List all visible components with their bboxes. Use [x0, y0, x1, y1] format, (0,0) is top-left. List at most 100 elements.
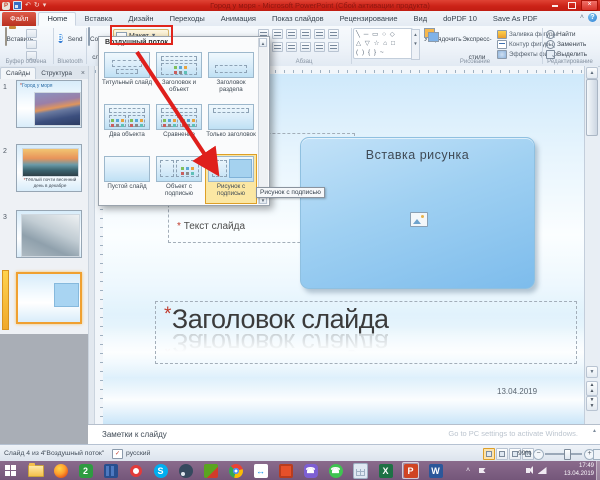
scroll-up-icon[interactable]: ▲ [586, 67, 598, 79]
taskbar-word[interactable]: W [427, 462, 444, 479]
tab-transitions[interactable]: Переходы [162, 12, 213, 26]
taskbar-chrome[interactable] [227, 462, 244, 479]
cut-icon[interactable] [26, 29, 37, 38]
next-slide-button[interactable]: ▼▼ [586, 396, 598, 411]
qat-customize-icon[interactable]: ▾ [43, 1, 47, 10]
arrange-button[interactable]: Упорядочить [424, 28, 460, 46]
picture-placeholder[interactable]: Вставка рисунка [300, 137, 535, 289]
tab-dopdf[interactable]: doPDF 10 [435, 12, 485, 26]
zoom-slider-handle[interactable] [564, 449, 571, 460]
taskbar-2gis[interactable]: 2 [77, 462, 94, 479]
insert-picture-icon[interactable] [410, 212, 428, 227]
taskbar-whatsapp[interactable]: ☎ [327, 462, 344, 479]
bluetooth-send-button[interactable]: B Send [56, 28, 84, 46]
taskbar-teamviewer[interactable]: ↔ [252, 462, 269, 479]
taskbar-viber[interactable]: ☎ [302, 462, 319, 479]
line-spacing-icon[interactable] [314, 29, 325, 39]
taskbar-steam[interactable] [177, 462, 194, 479]
find-button[interactable]: Найти [546, 29, 587, 39]
tab-slideshow[interactable]: Показ слайдов [264, 12, 332, 26]
tab-outline-pane[interactable]: Структура [36, 68, 77, 79]
copy-icon[interactable] [26, 40, 37, 49]
taskbar-opera[interactable] [127, 462, 144, 479]
save-icon[interactable] [13, 1, 22, 10]
tab-design[interactable]: Дизайн [120, 12, 161, 26]
layout-item-title-slide[interactable]: Титульный слайд [101, 50, 153, 100]
taskbar-orange-app[interactable] [277, 462, 294, 479]
layout-item-blank[interactable]: Пустой слайд [101, 154, 153, 204]
taskbar-explorer[interactable] [27, 462, 44, 479]
vertical-scrollbar[interactable]: ▲ ▼ ▲▲ ▼▼ [584, 66, 598, 424]
dropdown-scrollbar[interactable]: ▲ ▼ [258, 38, 268, 204]
tray-expand-icon[interactable]: ˄ [462, 461, 474, 480]
notes-pane[interactable]: Заметки к слайду Go to PC settings to ac… [88, 424, 600, 445]
decrease-indent-icon[interactable] [286, 29, 297, 39]
align-right-icon[interactable] [286, 42, 297, 52]
help-icon[interactable]: ? [588, 13, 597, 22]
tab-save-as-pdf[interactable]: Save As PDF [485, 12, 546, 26]
justify-icon[interactable] [300, 42, 311, 52]
tray-clock[interactable]: 17:49 13.04.2019 [564, 463, 594, 478]
slide-2-thumbnail[interactable]: *Тёплый почти весенний день в декабре [16, 144, 82, 192]
layout-item-picture-with-caption[interactable]: Рисунок с подписью [205, 154, 257, 204]
minimize-button[interactable] [547, 0, 562, 9]
scrollbar-thumb[interactable] [586, 79, 598, 136]
slide-1-thumbnail[interactable]: *Город у моря [16, 80, 82, 128]
numbering-icon[interactable] [272, 29, 283, 39]
zoom-out-icon[interactable]: − [533, 449, 544, 460]
shapes-gallery-scroll[interactable]: ▲▼ [411, 29, 420, 60]
slide-sorter-view-button[interactable] [496, 448, 508, 460]
replace-button[interactable]: Заменить [546, 39, 587, 49]
tab-insert[interactable]: Вставка [76, 12, 120, 26]
tab-slides-pane[interactable]: Слайды [0, 67, 36, 79]
layout-item-title-and-content[interactable]: Заголовок и объект [153, 50, 205, 100]
increase-indent-icon[interactable] [300, 29, 311, 39]
tab-animations[interactable]: Анимация [213, 12, 264, 26]
taskbar-green-app[interactable] [202, 462, 219, 479]
spell-check-icon[interactable]: ✓ [112, 449, 123, 459]
slides-panel-scrollbar[interactable] [88, 66, 95, 444]
taskbar-calculator[interactable] [352, 462, 369, 479]
previous-slide-button[interactable]: ▲▲ [586, 381, 598, 396]
maximize-button[interactable] [564, 0, 579, 9]
tab-review[interactable]: Рецензирование [332, 12, 406, 26]
slide-3-thumbnail[interactable] [16, 210, 82, 258]
close-button[interactable]: × [581, 0, 598, 11]
layout-item-two-content[interactable]: Два объекта [101, 102, 153, 152]
smartart-convert-icon[interactable] [328, 42, 339, 52]
slide-4-thumbnail[interactable] [16, 272, 82, 324]
notes-scroll-icon[interactable]: ▲ [592, 428, 597, 434]
taskbar-powerpoint[interactable]: P [402, 462, 419, 479]
layout-item-content-with-caption[interactable]: Объект с подписью [153, 154, 205, 204]
dropdown-scroll-up-icon[interactable]: ▲ [259, 38, 267, 47]
undo-icon[interactable]: ↶ [25, 1, 31, 10]
scroll-down-icon[interactable]: ▼ [586, 366, 598, 378]
volume-icon[interactable] [522, 461, 534, 480]
redo-icon[interactable]: ↻ [34, 1, 40, 10]
columns-icon[interactable] [314, 42, 325, 52]
taskbar-skype[interactable]: S [152, 462, 169, 479]
layout-item-title-only[interactable]: Только заголовок [205, 102, 257, 152]
taskbar-blue-app[interactable] [102, 462, 119, 479]
title-placeholder[interactable]: *Заголовок слайда *Заголовок слайда [155, 301, 577, 364]
action-center-flag-icon[interactable] [476, 461, 488, 480]
show-desktop-button[interactable] [596, 461, 600, 480]
start-button[interactable] [2, 462, 19, 479]
tab-view[interactable]: Вид [406, 12, 436, 26]
layout-item-comparison[interactable]: Сравнение [153, 102, 205, 152]
taskbar-excel[interactable]: X [377, 462, 394, 479]
select-button[interactable]: Выделить [546, 49, 587, 59]
zoom-level[interactable]: 99% [518, 450, 532, 457]
align-center-icon[interactable] [272, 42, 283, 52]
normal-view-button[interactable] [483, 448, 495, 460]
tab-file[interactable]: Файл [2, 12, 36, 26]
tab-home[interactable]: Home [38, 12, 76, 26]
taskbar-firefox[interactable] [52, 462, 69, 479]
text-direction-icon[interactable] [328, 29, 339, 39]
fit-to-window-icon[interactable] [593, 449, 600, 460]
shapes-gallery[interactable]: ╲ ─ ▭ ○ ◇ △ ▽ ☆ ⌂ □ ( ) { } ~ ▲▼ [353, 28, 413, 59]
panel-close-icon[interactable]: × [81, 69, 85, 79]
collapse-ribbon-icon[interactable]: ˄ [580, 14, 584, 21]
language-indicator[interactable]: русский [126, 450, 150, 457]
network-icon[interactable] [536, 461, 548, 480]
